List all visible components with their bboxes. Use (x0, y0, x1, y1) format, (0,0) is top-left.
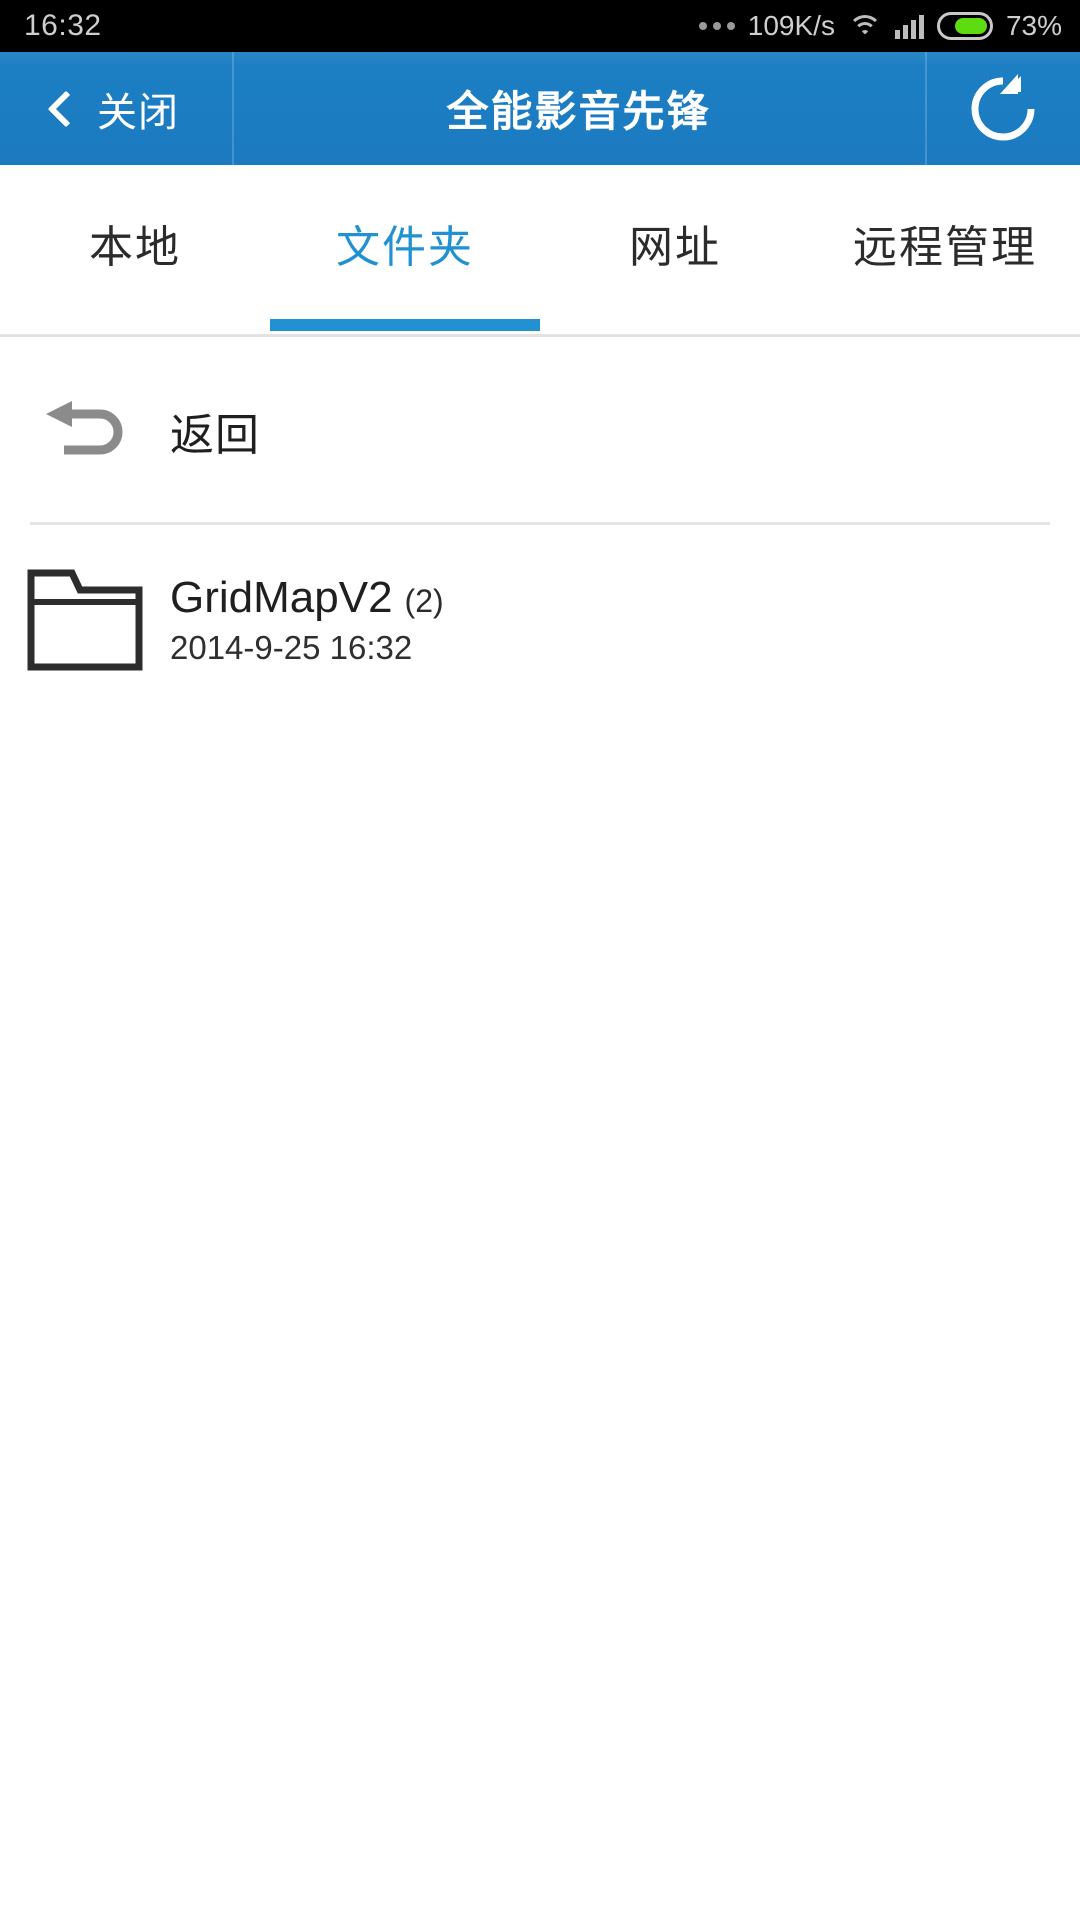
return-arrow-icon (46, 401, 123, 455)
tab-bar: 本地 文件夹 网址 远程管理 (0, 165, 1080, 337)
list-item-text: GridMapV2 (2) 2014-9-25 16:32 (170, 573, 444, 667)
back-row-label: 返回 (170, 411, 260, 460)
battery-icon (936, 12, 993, 40)
folder-icon (27, 569, 143, 671)
more-dots-icon (698, 22, 735, 30)
tab-local[interactable]: 本地 (0, 165, 270, 334)
page-title: 全能影音先锋 (446, 88, 711, 135)
tab-remote-management-label: 远程管理 (853, 222, 1037, 272)
active-tab-indicator (270, 319, 540, 331)
chevron-left-icon (47, 90, 85, 127)
battery-percent-label: 73% (1005, 10, 1062, 41)
tab-url[interactable]: 网址 (540, 165, 810, 334)
close-button[interactable]: 关闭 (0, 52, 232, 165)
list-item-date: 2014-9-25 16:32 (170, 629, 413, 666)
network-speed-label: 109K/s (747, 10, 835, 41)
tab-url-label: 网址 (629, 222, 721, 272)
tab-folder[interactable]: 文件夹 (270, 165, 540, 334)
refresh-button[interactable] (925, 52, 1080, 165)
list-item-name: GridMapV2 (170, 573, 393, 622)
cellular-signal-icon (894, 13, 924, 39)
app-header: 关闭 全能影音先锋 (0, 52, 1080, 165)
tab-folder-label: 文件夹 (336, 222, 474, 272)
tab-remote-management[interactable]: 远程管理 (810, 165, 1080, 334)
back-row-icon-cell (0, 337, 170, 525)
back-row[interactable]: 返回 (0, 337, 1080, 525)
folder-icon-cell (0, 525, 170, 715)
list-item[interactable]: GridMapV2 (2) 2014-9-25 16:32 (0, 525, 1080, 715)
status-bar-clock: 16:32 (24, 9, 102, 42)
status-bar-indicators: 109K/s 73% (698, 10, 1062, 42)
tab-local-label: 本地 (89, 222, 181, 272)
close-button-label: 关闭 (97, 90, 179, 135)
wifi-icon (847, 13, 882, 39)
status-bar: 16:32 109K/s 73% (0, 0, 1080, 52)
list-item-count: (2) (404, 583, 444, 619)
file-list: 返回 GridMapV2 (2) 2014-9-25 16:32 (0, 337, 1080, 715)
back-row-text: 返回 (170, 399, 260, 463)
list-item-title-line: GridMapV2 (2) (170, 573, 444, 623)
refresh-icon (971, 73, 1034, 140)
